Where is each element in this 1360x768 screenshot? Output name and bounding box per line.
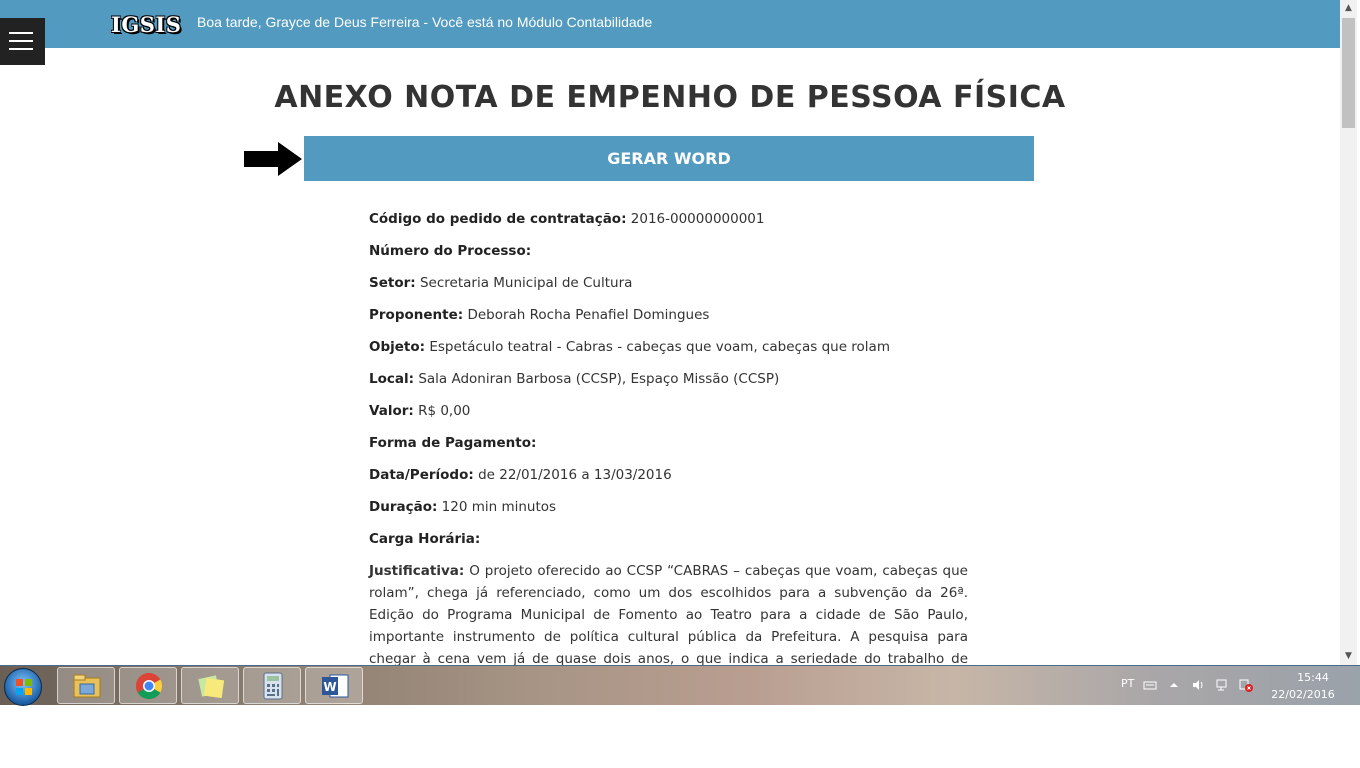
- field-value: R$ 0,00: [418, 403, 471, 419]
- field-label: Carga Horária:: [369, 531, 481, 547]
- field-label: Proponente:: [369, 307, 464, 323]
- field-forma-pagamento: Forma de Pagamento:: [369, 432, 969, 464]
- scroll-up-icon[interactable]: ▲: [1340, 0, 1357, 17]
- hamburger-menu-button[interactable]: [0, 18, 45, 65]
- field-label: Forma de Pagamento:: [369, 435, 537, 451]
- sticky-notes-icon: [198, 675, 225, 699]
- field-label: Data/Período:: [369, 467, 474, 483]
- keyboard-icon[interactable]: [1143, 678, 1157, 692]
- field-label: Número do Processo:: [369, 243, 532, 259]
- greeting-text: Boa tarde, Grayce de Deus Ferreira - Voc…: [197, 14, 653, 30]
- taskbar-calculator[interactable]: [243, 667, 301, 704]
- browser-viewport: IGSIS Boa tarde, Grayce de Deus Ferreira…: [0, 0, 1340, 665]
- taskbar-explorer[interactable]: [57, 667, 115, 704]
- field-justificativa: Justificativa: O projeto oferecido ao CC…: [369, 560, 968, 665]
- folder-icon: [73, 674, 101, 698]
- page-title: ANEXO NOTA DE EMPENHO DE PESSOA FÍSICA: [274, 80, 1066, 115]
- gerar-word-button[interactable]: GERAR WORD: [304, 136, 1034, 181]
- field-duracao: Duração: 120 min minutos: [369, 496, 969, 528]
- contract-details: Código do pedido de contratação: 2016-00…: [369, 208, 969, 665]
- language-indicator[interactable]: PT: [1121, 677, 1134, 690]
- field-label: Valor:: [369, 403, 414, 419]
- scroll-down-icon[interactable]: ▼: [1340, 648, 1357, 665]
- network-icon[interactable]: [1215, 678, 1229, 692]
- field-value: Deborah Rocha Penafiel Domingues: [467, 307, 710, 323]
- field-valor: Valor: R$ 0,00: [369, 400, 969, 432]
- field-label: Justificativa:: [369, 563, 465, 579]
- scrollbar-thumb[interactable]: [1342, 18, 1355, 128]
- field-label: Local:: [369, 371, 415, 387]
- field-label: Objeto:: [369, 339, 426, 355]
- taskbar-sticky-notes[interactable]: [181, 667, 239, 704]
- field-objeto: Objeto: Espetáculo teatral - Cabras - ca…: [369, 336, 969, 368]
- field-codigo-pedido: Código do pedido de contratação: 2016-00…: [369, 208, 969, 240]
- field-carga-horaria: Carga Horária:: [369, 528, 969, 560]
- menu-line-icon: [9, 48, 33, 50]
- right-arrow-icon: [244, 142, 302, 176]
- field-data-periodo: Data/Período: de 22/01/2016 a 13/03/2016: [369, 464, 969, 496]
- field-value: Secretaria Municipal de Cultura: [419, 275, 633, 291]
- field-numero-processo: Número do Processo:: [369, 240, 969, 272]
- windows-taskbar: W PT 15:44 22/02/2016: [0, 665, 1360, 706]
- igsis-logo[interactable]: IGSIS: [111, 12, 181, 37]
- field-setor: Setor: Secretaria Municipal de Cultura: [369, 272, 969, 304]
- taskbar-chrome[interactable]: [119, 667, 177, 704]
- field-value: de 22/01/2016 a 13/03/2016: [478, 467, 672, 483]
- field-label: Setor:: [369, 275, 416, 291]
- field-value: 2016-00000000001: [630, 211, 765, 227]
- field-local: Local: Sala Adoniran Barbosa (CCSP), Esp…: [369, 368, 969, 400]
- volume-icon[interactable]: [1191, 678, 1205, 692]
- chrome-icon: [135, 672, 163, 700]
- vertical-scrollbar[interactable]: ▲ ▼: [1340, 0, 1357, 665]
- svg-text:W: W: [323, 680, 336, 694]
- taskbar-word[interactable]: W: [305, 667, 363, 704]
- field-label: Código do pedido de contratação:: [369, 211, 627, 227]
- start-button[interactable]: [4, 668, 42, 706]
- field-proponente: Proponente: Deborah Rocha Penafiel Domin…: [369, 304, 969, 336]
- system-tray: PT 15:44 22/02/2016: [1100, 666, 1360, 706]
- menu-line-icon: [9, 40, 33, 42]
- clock-time[interactable]: 15:44: [1288, 671, 1338, 684]
- field-value: Sala Adoniran Barbosa (CCSP), Espaço Mis…: [418, 371, 780, 387]
- field-label: Duração:: [369, 499, 438, 515]
- windows-logo-icon: [16, 679, 32, 695]
- show-hidden-icons-icon[interactable]: [1167, 678, 1181, 692]
- action-center-icon[interactable]: [1239, 678, 1253, 692]
- word-icon: W: [322, 674, 349, 698]
- menu-line-icon: [9, 32, 33, 34]
- field-value: Espetáculo teatral - Cabras - cabeças qu…: [429, 339, 890, 355]
- top-header-bar: IGSIS Boa tarde, Grayce de Deus Ferreira…: [0, 0, 1340, 48]
- clock-date[interactable]: 22/02/2016: [1268, 688, 1338, 701]
- calculator-icon: [263, 672, 283, 700]
- field-value: 120 min minutos: [441, 499, 557, 515]
